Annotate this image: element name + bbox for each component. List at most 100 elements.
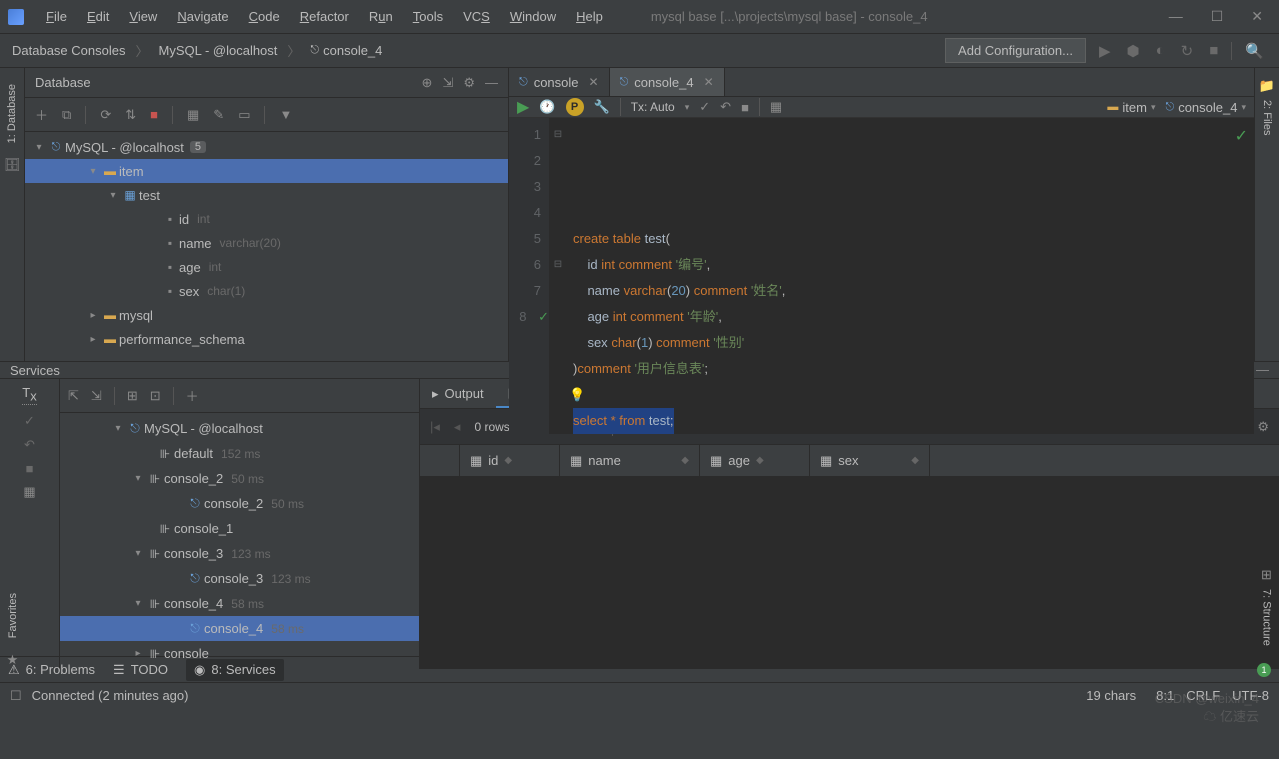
refresh-icon[interactable]: ⟳ bbox=[100, 107, 111, 123]
maximize-button[interactable]: ☐ bbox=[1211, 8, 1224, 25]
console-icon[interactable]: ▭ bbox=[238, 107, 250, 123]
cancel-icon[interactable]: ■ bbox=[26, 461, 34, 476]
code-area[interactable]: ⊟⊟ ✓ create table test( id int comment '… bbox=[549, 118, 1254, 434]
services-tree-row[interactable]: ▾⎋MySQL - @localhost bbox=[60, 416, 419, 441]
tree-row[interactable]: ▾▬item bbox=[25, 159, 508, 183]
commit-icon[interactable]: ✓ bbox=[699, 99, 710, 115]
collapse-icon[interactable]: ⇲ bbox=[91, 388, 102, 404]
close-button[interactable]: ✕ bbox=[1251, 8, 1263, 25]
close-tab-icon[interactable]: ✕ bbox=[704, 75, 714, 89]
tree-row[interactable]: ▸▬performance_schema bbox=[25, 327, 508, 351]
layout-icon[interactable]: ⊡ bbox=[150, 388, 161, 404]
menu-edit[interactable]: Edit bbox=[79, 5, 117, 28]
tree-row[interactable]: ▪namevarchar(20) bbox=[25, 231, 508, 255]
tree-row[interactable]: ▸▬sys bbox=[25, 351, 508, 361]
stop-icon[interactable]: ■ bbox=[1206, 42, 1221, 59]
output-tab[interactable]: ▸ Output bbox=[420, 379, 496, 408]
settings-icon[interactable]: ⚙ bbox=[1257, 419, 1269, 435]
tree-row[interactable]: ▾▦test bbox=[25, 183, 508, 207]
editor-body[interactable]: 12345678 ✓ ⊟⊟ ✓ create table test( id in… bbox=[509, 118, 1254, 434]
menu-navigate[interactable]: Navigate bbox=[169, 5, 236, 28]
rollback-icon[interactable]: ↶ bbox=[24, 437, 35, 453]
breadcrumb-item[interactable]: Database Consoles bbox=[12, 43, 125, 58]
duplicate-icon[interactable]: ⧉ bbox=[62, 107, 71, 123]
view-icon[interactable]: ▦ bbox=[23, 484, 35, 500]
menu-vcs[interactable]: VCS bbox=[455, 5, 498, 28]
profile-icon[interactable]: ↻ bbox=[1178, 42, 1197, 60]
services-tree-row[interactable]: ⊪console_1 bbox=[60, 516, 419, 541]
column-header[interactable]: ▦id◆ bbox=[460, 445, 560, 476]
hide-icon[interactable]: — bbox=[485, 75, 498, 91]
add-icon[interactable]: ＋ bbox=[186, 386, 199, 405]
rail-database-tab[interactable]: 1: Database bbox=[6, 78, 18, 149]
tree-row[interactable]: ▪idint bbox=[25, 207, 508, 231]
menu-file[interactable]: File bbox=[38, 5, 75, 28]
services-tree-row[interactable]: ▾⊪console_458 ms bbox=[60, 591, 419, 616]
rail-favorites-tab[interactable]: Favorites bbox=[7, 587, 19, 644]
services-tree-row[interactable]: ▾⊪console_3123 ms bbox=[60, 541, 419, 566]
breadcrumb-item[interactable]: MySQL - @localhost bbox=[158, 43, 277, 58]
stop-icon[interactable]: ■ bbox=[150, 107, 158, 122]
rail-files-tab[interactable]: 2: Files bbox=[1261, 94, 1273, 141]
session-context-dropdown[interactable]: ⎋console_4 ▾ bbox=[1165, 100, 1246, 115]
services-tree-row[interactable]: ⎋console_458 ms bbox=[60, 616, 419, 641]
tx-icon[interactable]: Tx bbox=[22, 385, 36, 405]
cancel-icon[interactable]: ■ bbox=[741, 100, 749, 115]
tree-row[interactable]: ▸▬mysql bbox=[25, 303, 508, 327]
search-icon[interactable]: 🔍 bbox=[1242, 42, 1267, 60]
breadcrumb-item[interactable]: console_4 bbox=[323, 43, 382, 58]
services-tree-row[interactable]: ⎋console_250 ms bbox=[60, 491, 419, 516]
history-icon[interactable]: 🕐 bbox=[539, 99, 555, 115]
datasource-row[interactable]: ▾ ⎋ MySQL - @localhost 5 bbox=[25, 135, 508, 159]
rollback-icon[interactable]: ↶ bbox=[720, 99, 731, 115]
prev-page-icon[interactable]: ◂ bbox=[454, 419, 461, 435]
menu-run[interactable]: Run bbox=[361, 5, 401, 28]
menu-tools[interactable]: Tools bbox=[405, 5, 451, 28]
table-view-icon[interactable]: ▦ bbox=[187, 107, 199, 123]
tree-row[interactable]: ▪sexchar(1) bbox=[25, 279, 508, 303]
editor-tab[interactable]: ⎋ console_4 ✕ bbox=[610, 68, 725, 96]
column-header[interactable]: ▦sex◆ bbox=[810, 445, 930, 476]
todo-tab[interactable]: ☰TODO bbox=[113, 662, 168, 678]
tree-row[interactable]: ▪ageint bbox=[25, 255, 508, 279]
tx-mode-dropdown[interactable]: Tx: Auto bbox=[631, 100, 675, 114]
locate-icon[interactable]: ⊕ bbox=[422, 75, 433, 91]
close-tab-icon[interactable]: ✕ bbox=[589, 75, 599, 89]
sync-icon[interactable]: ⇅ bbox=[125, 107, 136, 123]
services-tree-row[interactable]: ⊪default152 ms bbox=[60, 441, 419, 466]
rail-structure-tab[interactable]: 7: Structure bbox=[1261, 583, 1273, 652]
edit-icon[interactable]: ✎ bbox=[213, 107, 224, 123]
group-icon[interactable]: ⊞ bbox=[127, 388, 138, 404]
menu-window[interactable]: Window bbox=[502, 5, 564, 28]
hide-icon[interactable]: — bbox=[1256, 362, 1269, 378]
menu-view[interactable]: View bbox=[121, 5, 165, 28]
services-tab[interactable]: ◉8: Services bbox=[186, 659, 284, 681]
menu-refactor[interactable]: Refactor bbox=[292, 5, 357, 28]
schema-context-dropdown[interactable]: ▬item ▾ bbox=[1107, 100, 1155, 115]
collapse-icon[interactable]: ⇲ bbox=[442, 75, 453, 91]
debug-icon[interactable]: ⬢ bbox=[1124, 42, 1143, 60]
minimize-button[interactable]: — bbox=[1169, 8, 1183, 25]
editor-tab[interactable]: ⎋ console ✕ bbox=[509, 68, 610, 96]
menu-help[interactable]: Help bbox=[568, 5, 611, 28]
filter-icon[interactable]: ▼ bbox=[279, 107, 292, 122]
services-tree-row[interactable]: ▾⊪console_250 ms bbox=[60, 466, 419, 491]
settings-icon[interactable]: ⚙ bbox=[463, 75, 475, 91]
menu-code[interactable]: Code bbox=[241, 5, 288, 28]
add-configuration-button[interactable]: Add Configuration... bbox=[945, 38, 1086, 63]
run-icon[interactable]: ▶ bbox=[1096, 42, 1114, 60]
explain-plan-icon[interactable]: P bbox=[566, 98, 584, 116]
services-tree-row[interactable]: ⎋console_3123 ms bbox=[60, 566, 419, 591]
column-header[interactable]: ▦name◆ bbox=[560, 445, 700, 476]
expand-icon[interactable]: ⇱ bbox=[68, 388, 79, 404]
view-icon[interactable]: ▦ bbox=[770, 99, 782, 115]
new-icon[interactable]: ＋ bbox=[35, 105, 48, 124]
rows-count-dropdown[interactable]: 0 rows bbox=[474, 420, 509, 434]
first-page-icon[interactable]: |◂ bbox=[430, 419, 440, 435]
fold-column[interactable]: ⊟⊟ bbox=[549, 122, 567, 304]
execute-icon[interactable]: ▶ bbox=[517, 97, 529, 117]
column-header[interactable]: ▦age◆ bbox=[700, 445, 810, 476]
commit-icon[interactable]: ✓ bbox=[24, 413, 35, 429]
coverage-icon[interactable]: ◐ bbox=[1153, 42, 1168, 59]
wrench-icon[interactable]: 🔧 bbox=[594, 99, 610, 115]
